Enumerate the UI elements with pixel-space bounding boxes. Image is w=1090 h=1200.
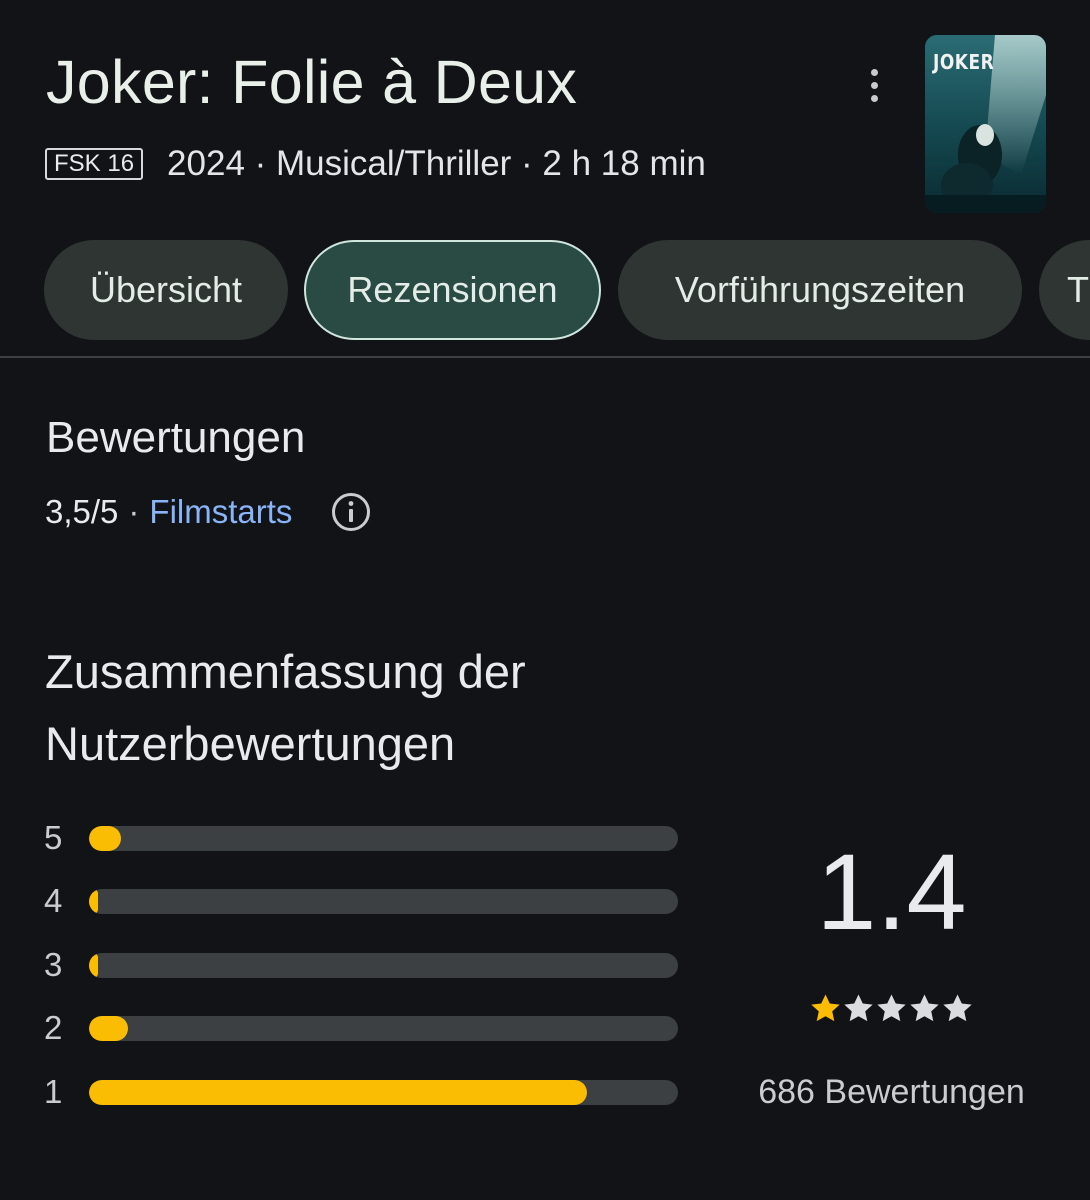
rating-bar-track <box>89 1080 678 1105</box>
rating-bar-row: 2 <box>44 1006 684 1050</box>
rating-bar-fill <box>89 889 98 914</box>
tab-bar: Übersicht Rezensionen Vorführungszeiten … <box>44 240 1090 340</box>
user-ratings-heading-line1: Zusammenfassung der <box>45 645 526 698</box>
rating-bar-fill <box>89 1016 129 1041</box>
rating-source-link[interactable]: Filmstarts <box>149 493 292 531</box>
rating-bar-row: 1 <box>44 1070 684 1114</box>
star-empty-icon <box>910 994 939 1022</box>
rating-bar-track <box>89 826 678 851</box>
rating-bar-track <box>89 1016 678 1041</box>
star-filled-icon <box>811 994 840 1022</box>
tab-reviews-label: Rezensionen <box>347 269 558 310</box>
critic-rating-row: 3,5/5 · Filmstarts <box>45 490 372 534</box>
separator: · <box>128 493 140 530</box>
star-empty-icon <box>877 994 906 1022</box>
rating-bar-label: 4 <box>44 882 63 919</box>
user-ratings-heading-line2: Nutzerbewertungen <box>45 717 456 770</box>
star-empty-icon <box>943 994 972 1022</box>
more-options-button[interactable] <box>852 62 896 108</box>
rating-bar-label: 3 <box>44 946 63 983</box>
more-vert-icon <box>870 68 878 76</box>
user-ratings-heading: Zusammenfassung der Nutzerbewertungen <box>45 636 526 780</box>
rating-bar-fill <box>89 826 122 851</box>
rating-bar-fill <box>89 1080 587 1105</box>
rating-bar-row: 3 <box>44 943 684 987</box>
age-rating-badge: FSK 16 <box>45 148 144 180</box>
star-empty-icon <box>844 994 873 1022</box>
tab-showtimes[interactable]: Vorführungszeiten <box>618 240 1022 340</box>
tab-overview[interactable]: Übersicht <box>44 240 288 340</box>
rating-bar-track <box>89 953 678 978</box>
info-icon[interactable] <box>330 491 372 533</box>
rating-bar-fill <box>89 953 98 978</box>
tab-showtimes-label: Vorführungszeiten <box>674 269 966 310</box>
rating-bar-label: 1 <box>44 1073 63 1110</box>
critic-score: 3,5/5 <box>45 493 119 530</box>
average-rating: 1.4 <box>816 831 967 952</box>
ratings-count: 686 Bewertungen <box>758 1073 1025 1111</box>
movie-meta: FSK 16 2024 · Musical/Thriller · 2 h 18 … <box>45 144 706 184</box>
tab-more[interactable]: T <box>1039 240 1090 340</box>
rating-bar-track <box>89 889 678 914</box>
tab-more-label: T <box>1067 269 1089 310</box>
movie-title: Joker: Folie à Deux <box>46 48 578 116</box>
movie-details: 2024 · Musical/Thriller · 2 h 18 min <box>167 144 706 183</box>
rating-bar-row: 4 <box>44 879 684 923</box>
poster-title: JOKER <box>933 51 995 75</box>
tab-overview-label: Übersicht <box>89 269 243 310</box>
ratings-heading: Bewertungen <box>46 413 306 462</box>
star-rating <box>740 992 1043 1025</box>
tab-divider <box>0 356 1090 358</box>
rating-bar-row: 5 <box>44 816 684 860</box>
rating-bar-label: 2 <box>44 1009 63 1046</box>
rating-bar-label: 5 <box>44 819 63 856</box>
tab-reviews[interactable]: Rezensionen <box>304 240 601 340</box>
movie-poster[interactable]: JOKER <box>925 35 1046 213</box>
